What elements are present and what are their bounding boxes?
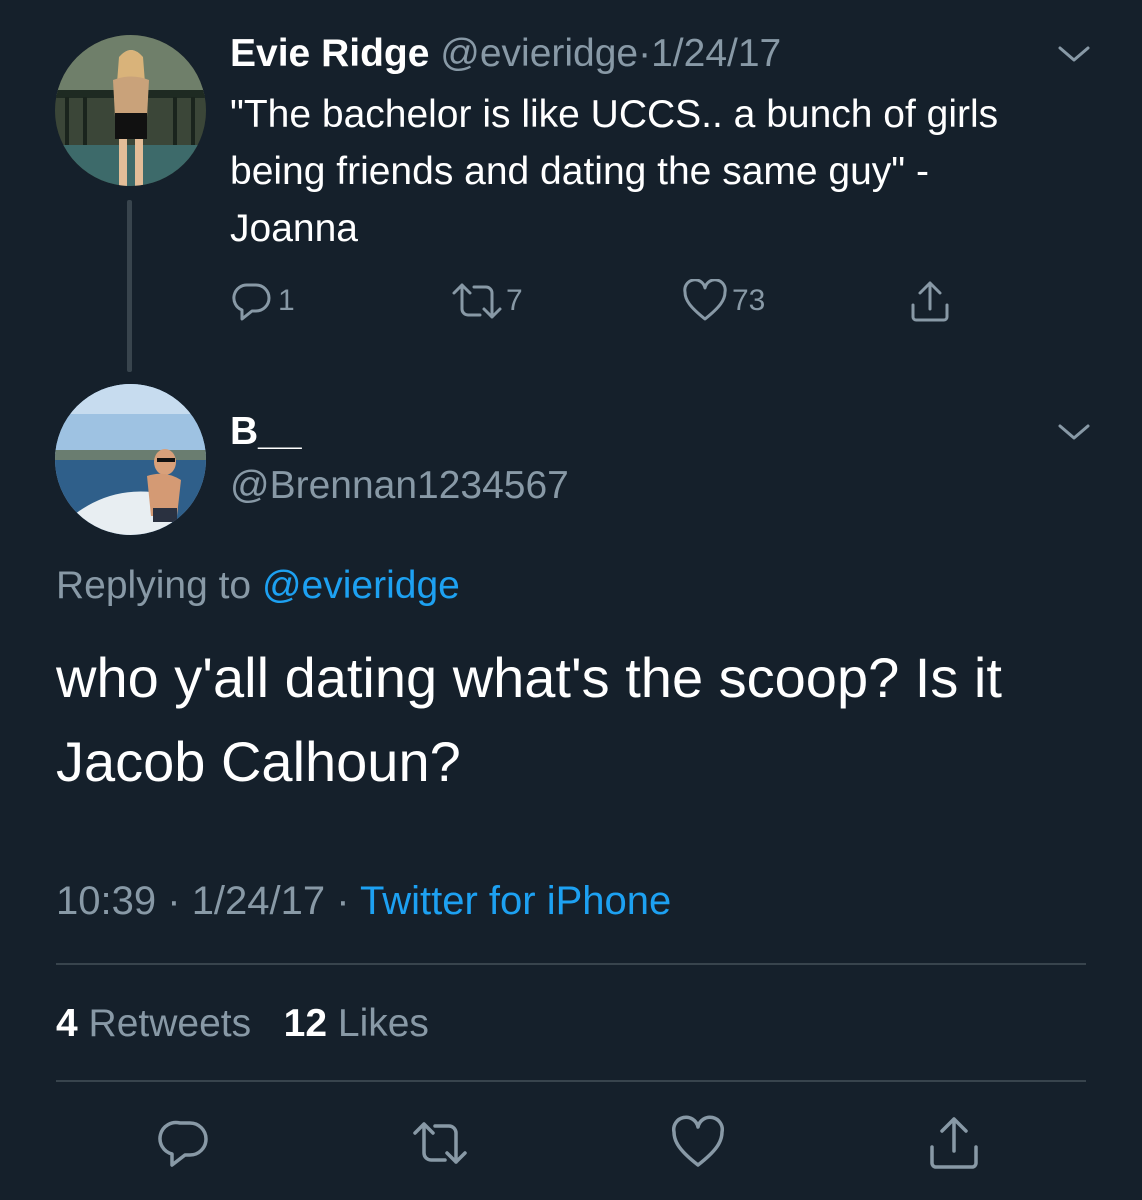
reply-handle[interactable]: @Brennan1234567	[230, 462, 569, 510]
meta-separator: ·	[336, 879, 350, 923]
parent-tweet-actions: 1 7 73	[230, 279, 970, 323]
tweet-date: 1/24/17	[191, 879, 326, 923]
meta-separator: ·	[167, 879, 181, 923]
parent-separator: ·	[638, 32, 652, 75]
tweet-stats: 4 Retweets 12 Likes	[56, 998, 429, 1050]
chevron-down-icon[interactable]	[1056, 42, 1092, 66]
parent-display-name[interactable]: Evie Ridge	[230, 32, 429, 75]
tweet-meta: 10:39 · 1/24/17 · Twitter for iPhone	[56, 875, 671, 927]
parent-tweet-text: "The bachelor is like UCCS.. a bunch of …	[230, 93, 999, 250]
parent-retweet-button[interactable]: 7	[450, 279, 523, 323]
retweet-icon[interactable]	[412, 1115, 468, 1171]
likes-count: 12	[283, 1002, 328, 1045]
parent-tweet-header: Evie Ridge @evieridge·1/24/17	[230, 30, 781, 78]
parent-retweet-count: 7	[506, 284, 523, 317]
retweet-icon	[452, 283, 502, 319]
retweets-count: 4	[56, 1002, 78, 1045]
replying-prefix: Replying to	[56, 564, 252, 607]
retweets-label: Retweets	[88, 1002, 252, 1045]
likes-stat[interactable]: 12 Likes	[284, 1002, 429, 1045]
avatar-brennan[interactable]	[55, 384, 206, 535]
avatar-evie-ridge[interactable]	[55, 35, 206, 186]
parent-like-button[interactable]: 73	[682, 279, 765, 323]
parent-date[interactable]: 1/24/17	[651, 32, 781, 75]
reply-display-name[interactable]: B__	[230, 408, 302, 456]
reply-icon[interactable]	[157, 1115, 213, 1171]
divider	[56, 1080, 1086, 1082]
parent-share-button[interactable]	[908, 279, 952, 323]
parent-handle[interactable]: @evieridge	[440, 32, 638, 75]
reply-icon	[232, 283, 271, 321]
parent-like-count: 73	[732, 284, 766, 317]
tweet-source-link[interactable]: Twitter for iPhone	[360, 879, 671, 923]
heart-icon[interactable]	[670, 1115, 726, 1171]
share-icon	[911, 281, 949, 322]
replying-to-line: Replying to @evieridge	[56, 560, 460, 612]
retweets-stat[interactable]: 4 Retweets	[56, 1002, 251, 1045]
avatar-photo-brennan	[55, 384, 206, 535]
replying-mention-link[interactable]: @evieridge	[262, 564, 460, 607]
parent-reply-button[interactable]: 1	[230, 279, 295, 323]
thread-connector-line	[127, 200, 132, 372]
reply-tweet-text: who y'all dating what's the scoop? Is it…	[56, 646, 1002, 793]
share-icon[interactable]	[926, 1115, 982, 1171]
chevron-down-icon[interactable]	[1056, 420, 1092, 444]
avatar-photo-evie	[55, 35, 206, 186]
parent-reply-count: 1	[278, 284, 295, 317]
tweet-time: 10:39	[56, 879, 157, 923]
likes-label: Likes	[337, 1002, 429, 1045]
divider	[56, 963, 1086, 965]
heart-icon	[683, 279, 727, 321]
